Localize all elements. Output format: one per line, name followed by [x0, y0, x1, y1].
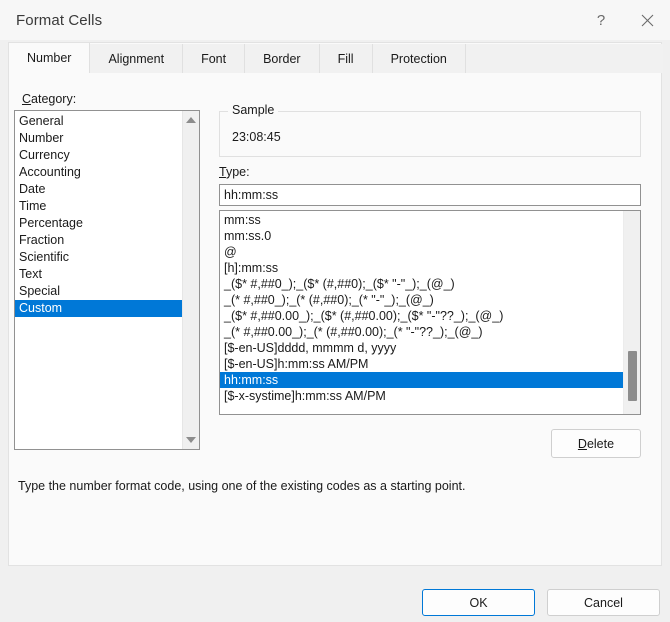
type-list-item[interactable]: mm:ss: [220, 212, 623, 228]
sample-group-box: [219, 111, 641, 157]
category-item-label: Currency: [19, 148, 70, 162]
category-item-label: Text: [19, 267, 42, 281]
cancel-button-label: Cancel: [584, 595, 623, 610]
category-item-label: Accounting: [19, 165, 81, 179]
category-scrollbar[interactable]: [182, 111, 199, 449]
category-item-label: Scientific: [19, 250, 70, 264]
window-title: Format Cells: [16, 11, 103, 29]
type-item-label: _($* #,##0_);_($* (#,##0);_($* "-"_);_(@…: [224, 277, 455, 291]
delete-button-label: Delete: [578, 437, 614, 451]
type-list-item[interactable]: [h]:mm:ss: [220, 260, 623, 276]
ok-button-label: OK: [469, 595, 488, 610]
type-list-item[interactable]: _(* #,##0_);_(* (#,##0);_(* "-"_);_(@_): [220, 292, 623, 308]
cancel-button[interactable]: Cancel: [547, 589, 660, 616]
type-list-item[interactable]: mm:ss.0: [220, 228, 623, 244]
type-list-item[interactable]: [$-x-systime]h:mm:ss AM/PM: [220, 388, 623, 404]
type-label-rest: ype:: [225, 165, 250, 179]
help-button[interactable]: ?: [578, 0, 624, 40]
delete-label-rest: elete: [586, 436, 615, 451]
type-item-label: [h]:mm:ss: [224, 261, 279, 275]
type-item-label: [$-en-US]dddd, mmmm d, yyyy: [224, 341, 397, 355]
category-item-date[interactable]: Date: [15, 181, 182, 198]
tab-label: Protection: [390, 51, 447, 66]
close-button[interactable]: [624, 0, 670, 40]
type-scrollbar-thumb[interactable]: [628, 351, 637, 401]
category-item-time[interactable]: Time: [15, 198, 182, 215]
tab-border[interactable]: Border: [245, 44, 320, 73]
delete-label-accel: D: [577, 436, 587, 451]
tab-label: Border: [263, 51, 301, 66]
format-help-text: Type the number format code, using one o…: [18, 479, 466, 493]
scroll-arrow-down-icon[interactable]: [186, 437, 196, 443]
category-item-text[interactable]: Text: [15, 266, 182, 283]
type-label: Type:: [219, 165, 250, 179]
tab-number[interactable]: Number: [9, 43, 91, 73]
category-item-label: Percentage: [19, 216, 83, 230]
type-label-accel: T: [219, 165, 226, 179]
type-list-item-selected[interactable]: hh:mm:ss: [220, 372, 623, 388]
category-item-scientific[interactable]: Scientific: [15, 249, 182, 266]
type-list-item[interactable]: [$-en-US]dddd, mmmm d, yyyy: [220, 340, 623, 356]
tab-label: Fill: [337, 51, 354, 66]
tab-protection[interactable]: Protection: [372, 44, 466, 73]
category-item-label: Fraction: [19, 233, 65, 247]
type-list-item[interactable]: _($* #,##0_);_($* (#,##0);_($* "-"_);_(@…: [220, 276, 623, 292]
category-item-currency[interactable]: Currency: [15, 147, 182, 164]
category-item-label: Custom: [19, 301, 63, 315]
type-item-label: [$-x-systime]h:mm:ss AM/PM: [224, 389, 386, 403]
type-item-label: _(* #,##0_);_(* (#,##0);_(* "-"_);_(@_): [224, 293, 434, 307]
type-input[interactable]: [219, 184, 641, 206]
category-item-special[interactable]: Special: [15, 283, 182, 300]
close-x-icon: [641, 14, 654, 27]
category-label: Category:: [22, 92, 76, 106]
type-list-item[interactable]: _($* #,##0.00_);_($* (#,##0.00);_($* "-"…: [220, 308, 623, 324]
category-item-percentage[interactable]: Percentage: [15, 215, 182, 232]
type-item-label: _($* #,##0.00_);_($* (#,##0.00);_($* "-"…: [224, 309, 504, 323]
type-item-label: _(* #,##0.00_);_(* (#,##0.00);_(* "-"??_…: [224, 325, 483, 339]
category-listbox[interactable]: General Number Currency Accounting Date …: [14, 110, 200, 450]
tab-alignment[interactable]: Alignment: [90, 44, 184, 73]
type-item-label: mm:ss: [224, 213, 261, 227]
type-listbox[interactable]: mm:ss mm:ss.0 @ [h]:mm:ss _($* #,##0_);_…: [219, 210, 641, 415]
type-list-item[interactable]: @: [220, 244, 623, 260]
sample-value: 23:08:45: [232, 130, 281, 144]
type-scrollbar[interactable]: [623, 211, 640, 414]
category-item-label: Date: [19, 182, 46, 196]
question-mark-icon: ?: [596, 11, 606, 29]
delete-button[interactable]: Delete: [551, 429, 641, 458]
tab-strip-filler: [465, 44, 663, 73]
category-item-label: Time: [19, 199, 47, 213]
tab-font[interactable]: Font: [183, 44, 246, 73]
category-item-accounting[interactable]: Accounting: [15, 164, 182, 181]
category-item-fraction[interactable]: Fraction: [15, 232, 182, 249]
category-item-label: Number: [19, 131, 64, 145]
category-label-rest: ategory:: [31, 92, 77, 106]
tab-label: Number: [27, 51, 72, 65]
tab-strip: Number Alignment Font Border Fill Protec…: [9, 43, 663, 73]
category-item-general[interactable]: General: [15, 113, 182, 130]
category-item-label: Special: [19, 284, 60, 298]
type-item-label: hh:mm:ss: [224, 373, 279, 387]
category-list: General Number Currency Accounting Date …: [15, 111, 182, 449]
type-list-item[interactable]: [$-en-US]h:mm:ss AM/PM: [220, 356, 623, 372]
tab-label: Font: [201, 51, 227, 66]
scroll-arrow-up-icon[interactable]: [186, 117, 196, 123]
type-item-label: mm:ss.0: [224, 229, 272, 243]
type-item-label: [$-en-US]h:mm:ss AM/PM: [224, 357, 369, 371]
title-bar: Format Cells ?: [0, 0, 670, 40]
tab-fill[interactable]: Fill: [319, 44, 373, 73]
category-item-number[interactable]: Number: [15, 130, 182, 147]
type-list-item[interactable]: _(* #,##0.00_);_(* (#,##0.00);_(* "-"??_…: [220, 324, 623, 340]
type-list: mm:ss mm:ss.0 @ [h]:mm:ss _($* #,##0_);_…: [220, 211, 623, 414]
category-label-accel: C: [22, 92, 32, 106]
type-item-label: @: [224, 245, 237, 259]
ok-button[interactable]: OK: [422, 589, 535, 616]
tab-label: Alignment: [108, 51, 165, 66]
category-item-label: General: [19, 114, 64, 128]
category-item-custom[interactable]: Custom: [15, 300, 182, 317]
sample-legend-label: Sample: [228, 103, 279, 117]
